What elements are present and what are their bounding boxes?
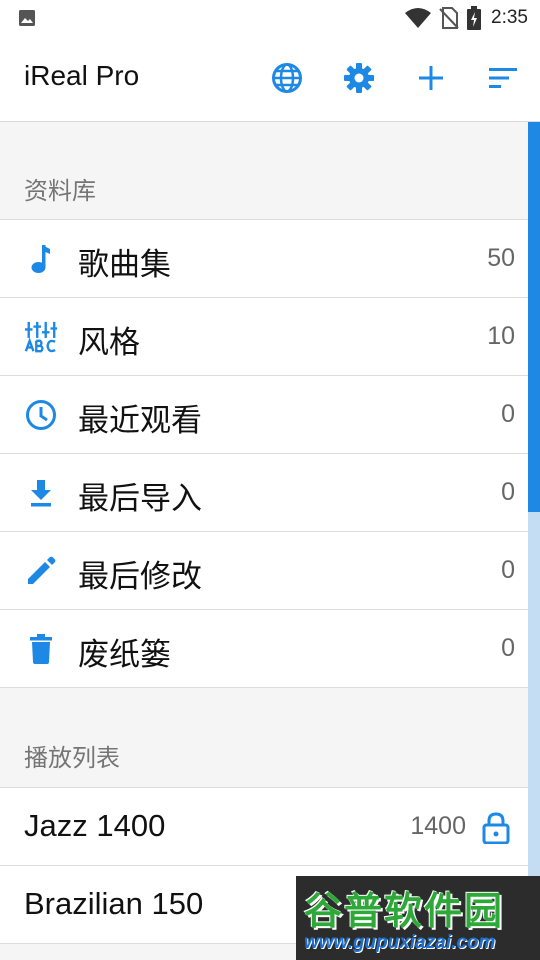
list-item-label: 风格: [78, 325, 140, 361]
settings-button[interactable]: [342, 61, 376, 95]
globe-icon: [272, 63, 302, 93]
playlist-count: 1400: [410, 812, 466, 840]
list-item-count: 0: [501, 556, 515, 584]
status-time: 2:35: [491, 7, 528, 28]
add-icon: [419, 66, 443, 90]
list-item-count: 10: [487, 322, 515, 350]
list-item-styles[interactable]: 风格 10: [0, 298, 528, 376]
list-item-label: 最近观看: [78, 403, 202, 439]
no-sim-icon: [439, 7, 459, 29]
battery-charging-icon: [467, 6, 482, 30]
library-list[interactable]: 资料库 歌曲集 50 风格 10 最近观看 0 最后导入 0 最后修改 0 废纸…: [0, 122, 528, 960]
list-item-count: 0: [501, 400, 515, 428]
app-title: iReal Pro: [24, 60, 140, 91]
wifi-icon: [405, 8, 432, 28]
music-note-icon: [24, 243, 58, 275]
app-bar: iReal Pro: [0, 36, 540, 122]
list-item-label: 最后修改: [78, 559, 202, 595]
clock-icon: [24, 399, 58, 431]
lock-icon: [482, 812, 510, 844]
watermark-title: 谷普软件园: [304, 889, 505, 933]
trash-icon: [24, 633, 58, 665]
library-section-header: 资料库: [0, 122, 528, 220]
playlists-section-header: 播放列表: [0, 688, 528, 788]
app-bar-actions: [232, 61, 520, 95]
styles-icon: [24, 321, 58, 353]
globe-button[interactable]: [270, 61, 304, 95]
sort-button[interactable]: [486, 61, 520, 95]
watermark-logo: 谷普软件园 www.gupuxiazai.com: [296, 876, 540, 960]
list-item-label: 最后导入: [78, 481, 202, 517]
watermark-url: www.gupuxiazai.com: [304, 932, 496, 953]
image-notification-icon: [19, 10, 35, 26]
list-item-recently-viewed[interactable]: 最近观看 0: [0, 376, 528, 454]
playlist-item-jazz-1400[interactable]: Jazz 1400 1400: [0, 788, 528, 866]
list-item-last-imported[interactable]: 最后导入 0: [0, 454, 528, 532]
list-item-label: 废纸篓: [78, 637, 171, 673]
list-item-label: 歌曲集: [78, 247, 171, 283]
list-item-last-modified[interactable]: 最后修改 0: [0, 532, 528, 610]
list-item-songbooks[interactable]: 歌曲集 50: [0, 220, 528, 298]
list-item-trash[interactable]: 废纸篓 0: [0, 610, 528, 688]
list-item-count: 50: [487, 244, 515, 272]
list-item-count: 0: [501, 478, 515, 506]
download-icon: [24, 477, 58, 509]
playlist-label: Jazz 1400: [24, 808, 166, 843]
pencil-icon: [24, 555, 58, 587]
add-button[interactable]: [414, 61, 448, 95]
playlist-label: Brazilian 150: [24, 886, 204, 921]
status-bar: 2:35: [0, 0, 540, 36]
list-item-count: 0: [501, 634, 515, 662]
sort-icon: [489, 68, 517, 88]
settings-gear-icon: [344, 63, 374, 93]
scrollbar-thumb[interactable]: [528, 122, 540, 512]
